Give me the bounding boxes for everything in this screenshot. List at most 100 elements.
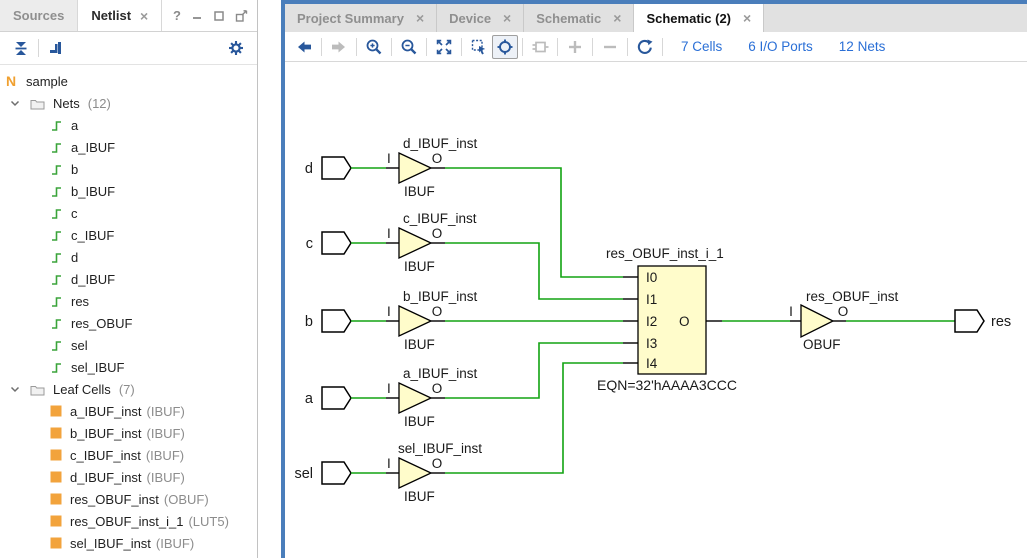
tree-item-cell[interactable]: b_IBUF_inst(IBUF) — [0, 422, 257, 444]
lut-pin-label: I1 — [646, 292, 657, 307]
tab-schematic[interactable]: Schematic × — [524, 4, 634, 32]
tree-item-net[interactable]: sel_IBUF — [0, 356, 257, 378]
minimize-icon[interactable] — [191, 10, 203, 22]
leafcells-count: (7) — [119, 382, 135, 397]
tree-item-net[interactable]: res_OBUF — [0, 312, 257, 334]
document-tabbar: Project Summary × Device × Schematic × S… — [285, 4, 1027, 32]
cell-type: (IBUF) — [147, 470, 185, 485]
tab-device[interactable]: Device × — [437, 4, 524, 32]
input-port-shape[interactable] — [322, 310, 351, 332]
tree-item-nets-header[interactable]: Nets (12) — [0, 92, 257, 114]
cells-stat[interactable]: 7 Cells — [681, 39, 722, 54]
tab-netlist[interactable]: Netlist × — [78, 0, 162, 31]
input-port-shape[interactable] — [322, 462, 351, 484]
zoom-out-button[interactable] — [396, 35, 422, 59]
close-icon[interactable]: × — [613, 11, 621, 25]
cell-type: IBUF — [404, 489, 435, 504]
tree-item-net[interactable]: res — [0, 290, 257, 312]
tree-item-net[interactable]: c_IBUF — [0, 224, 257, 246]
nets-stat[interactable]: 12 Nets — [839, 39, 886, 54]
tab-project-summary[interactable]: Project Summary × — [285, 4, 437, 32]
settings-button[interactable] — [223, 36, 249, 60]
net-icon — [50, 295, 63, 308]
expand-cone-button[interactable] — [562, 35, 588, 59]
lut-pin-label: I3 — [646, 336, 657, 351]
ibuf-cell-shape[interactable] — [399, 153, 431, 183]
output-port-shape[interactable] — [955, 310, 984, 332]
schematic-toolbar: 7 Cells 6 I/O Ports 12 Nets — [285, 32, 1027, 62]
zoom-selection-button[interactable] — [466, 35, 492, 59]
tab-sources[interactable]: Sources — [0, 0, 78, 31]
autofit-selection-button[interactable] — [492, 35, 518, 59]
cell-label: c_IBUF_inst — [70, 448, 141, 463]
tree-item-cell[interactable]: res_OBUF_inst(OBUF) — [0, 488, 257, 510]
tree-item-net[interactable]: a_IBUF — [0, 136, 257, 158]
tree-item-net[interactable]: d_IBUF — [0, 268, 257, 290]
tree-item-cell[interactable]: sel_IBUF_inst(IBUF) — [0, 532, 257, 554]
ibuf-cell-shape[interactable] — [399, 383, 431, 413]
forward-button[interactable] — [326, 35, 352, 59]
tree-item-net[interactable]: c — [0, 202, 257, 224]
ibuf-cell-shape[interactable] — [399, 458, 431, 488]
zoom-in-button[interactable] — [361, 35, 387, 59]
tree-item-cell[interactable]: res_OBUF_inst_i_1(LUT5) — [0, 510, 257, 532]
close-icon[interactable]: × — [503, 11, 511, 25]
tree-item-cell[interactable]: c_IBUF_inst(IBUF) — [0, 444, 257, 466]
gear-icon — [227, 39, 245, 57]
divider — [592, 38, 593, 56]
tree-item-root[interactable]: N sample — [0, 70, 257, 92]
netlist-toolbar — [0, 32, 257, 65]
back-button[interactable] — [291, 35, 317, 59]
divider — [426, 38, 427, 56]
tree-item-cell[interactable]: a_IBUF_inst(IBUF) — [0, 400, 257, 422]
tree-item-cell[interactable]: d_IBUF_inst (IBUF) — [0, 466, 257, 488]
pin-in-label: I — [387, 151, 391, 166]
obuf-cell-shape[interactable] — [801, 305, 833, 337]
close-icon[interactable]: × — [140, 9, 148, 23]
net-label: res — [71, 294, 89, 309]
tab-netlist-label: Netlist — [91, 8, 131, 23]
chevron-down-icon[interactable] — [8, 382, 22, 396]
input-port-shape[interactable] — [322, 232, 351, 254]
expand-to-button[interactable] — [43, 36, 69, 60]
instance-name: sel_IBUF_inst — [398, 441, 482, 456]
divider — [38, 39, 39, 57]
tab-schematic-2[interactable]: Schematic (2) × — [634, 4, 764, 32]
instance-name: a_IBUF_inst — [403, 366, 478, 381]
close-icon[interactable]: × — [416, 11, 424, 25]
ibuf-cell-shape[interactable] — [399, 228, 431, 258]
port-label: b — [305, 314, 313, 330]
zoom-fit-button[interactable] — [431, 35, 457, 59]
io-ports-stat[interactable]: 6 I/O Ports — [748, 39, 813, 54]
divider — [662, 38, 663, 56]
divider — [627, 38, 628, 56]
input-port-shape[interactable] — [322, 157, 351, 179]
float-icon[interactable] — [235, 10, 248, 22]
cell-label: b_IBUF_inst — [70, 426, 142, 441]
tree-item-net[interactable]: b_IBUF — [0, 180, 257, 202]
ibuf-cell-shape[interactable] — [399, 306, 431, 336]
input-port-shape[interactable] — [322, 387, 351, 409]
add-cell-button[interactable] — [527, 35, 553, 59]
tree-item-net[interactable]: b — [0, 158, 257, 180]
divider — [461, 38, 462, 56]
net-label: d — [71, 250, 78, 265]
lut-pin-label: I2 — [646, 314, 657, 329]
regenerate-button[interactable] — [632, 35, 658, 59]
net-label: b_IBUF — [71, 184, 115, 199]
tree-item-leafcells-header[interactable]: Leaf Cells (7) — [0, 378, 257, 400]
tree-item-net[interactable]: sel — [0, 334, 257, 356]
close-icon[interactable]: × — [743, 11, 751, 25]
collapse-all-button[interactable] — [8, 36, 34, 60]
tree-item-net[interactable]: a — [0, 114, 257, 136]
tree-item-net[interactable]: d — [0, 246, 257, 268]
cell-type: IBUF — [404, 337, 435, 352]
help-icon[interactable]: ? — [173, 8, 181, 23]
cell-label: d_IBUF_inst — [70, 470, 142, 485]
maximize-icon[interactable] — [213, 10, 225, 22]
tab-label: Schematic — [536, 11, 601, 26]
schematic-canvas[interactable]: d I O d_IBUF_inst IBUF c — [285, 62, 1027, 558]
collapse-cone-button[interactable] — [597, 35, 623, 59]
chevron-down-icon[interactable] — [8, 96, 22, 110]
pin-out-label: O — [432, 151, 443, 166]
